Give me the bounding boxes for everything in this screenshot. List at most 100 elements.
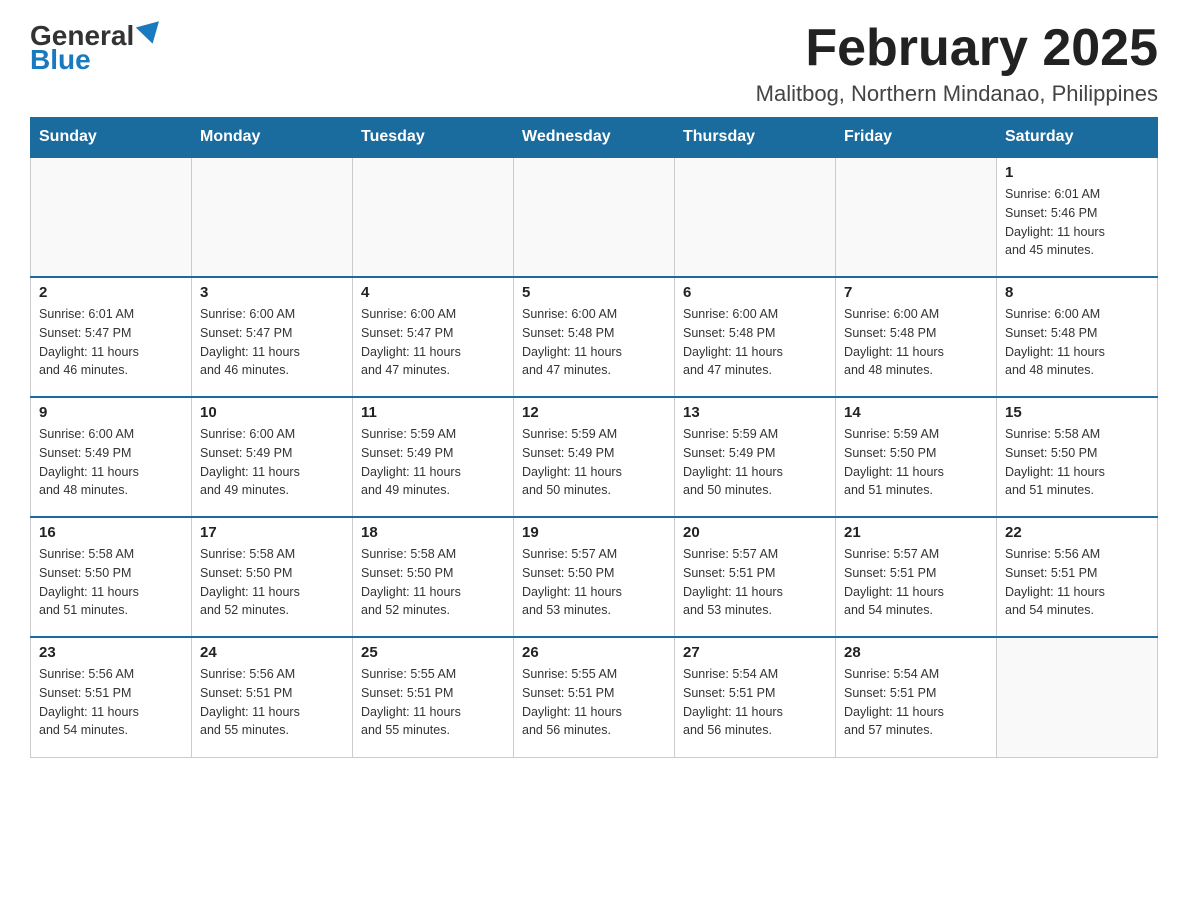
month-year-title: February 2025 [756, 20, 1158, 77]
calendar-week-row: 1Sunrise: 6:01 AM Sunset: 5:46 PM Daylig… [31, 157, 1158, 277]
day-info: Sunrise: 5:54 AM Sunset: 5:51 PM Dayligh… [844, 665, 988, 740]
day-info: Sunrise: 5:57 AM Sunset: 5:50 PM Dayligh… [522, 545, 666, 620]
calendar-day-cell: 5 Sunrise: 6:00 AM Sunset: 5:48 PM Daylig… [514, 277, 675, 397]
day-number: 1 [1005, 164, 1149, 181]
calendar-day-cell [997, 637, 1158, 757]
calendar-day-cell: 20 Sunrise: 5:57 AM Sunset: 5:51 PM Dayli… [675, 517, 836, 637]
calendar-day-cell: 17 Sunrise: 5:58 AM Sunset: 5:50 PM Dayli… [192, 517, 353, 637]
day-info: Sunrise: 5:58 AM Sunset: 5:50 PM Dayligh… [200, 545, 344, 620]
day-info: Sunrise: 5:57 AM Sunset: 5:51 PM Dayligh… [683, 545, 827, 620]
day-info: Sunrise: 5:59 AM Sunset: 5:50 PM Dayligh… [844, 425, 988, 500]
day-info: Sunrise: 5:54 AM Sunset: 5:51 PM Dayligh… [683, 665, 827, 740]
day-of-week-header: Friday [836, 118, 997, 158]
calendar-day-cell: 11 Sunrise: 5:59 AM Sunset: 5:49 PM Dayli… [353, 397, 514, 517]
calendar-day-cell [31, 157, 192, 277]
calendar-day-cell: 23 Sunrise: 5:56 AM Sunset: 5:51 PM Dayli… [31, 637, 192, 757]
calendar-day-cell: 2 Sunrise: 6:01 AM Sunset: 5:47 PM Daylig… [31, 277, 192, 397]
day-number: 17 [200, 524, 344, 541]
day-info: Sunrise: 5:55 AM Sunset: 5:51 PM Dayligh… [522, 665, 666, 740]
day-number: 8 [1005, 284, 1149, 301]
calendar-day-cell: 13Sunrise: 5:59 AM Sunset: 5:49 PM Dayli… [675, 397, 836, 517]
day-of-week-header: Sunday [31, 118, 192, 158]
day-number: 3 [200, 284, 344, 301]
calendar-day-cell [353, 157, 514, 277]
day-number: 5 [522, 284, 666, 301]
day-info: Sunrise: 6:00 AM Sunset: 5:47 PM Dayligh… [200, 305, 344, 380]
day-info: Sunrise: 6:00 AM Sunset: 5:48 PM Dayligh… [522, 305, 666, 380]
day-info: Sunrise: 5:59 AM Sunset: 5:49 PM Dayligh… [522, 425, 666, 500]
logo: General Blue [30, 20, 162, 76]
calendar-day-cell: 10 Sunrise: 6:00 AM Sunset: 5:49 PM Dayli… [192, 397, 353, 517]
calendar-day-cell: 24 Sunrise: 5:56 AM Sunset: 5:51 PM Dayli… [192, 637, 353, 757]
day-number: 21 [844, 524, 988, 541]
calendar-day-cell: 6 Sunrise: 6:00 AM Sunset: 5:48 PM Daylig… [675, 277, 836, 397]
day-number: 11 [361, 404, 505, 421]
calendar-day-cell: 18Sunrise: 5:58 AM Sunset: 5:50 PM Dayli… [353, 517, 514, 637]
day-number: 23 [39, 644, 183, 661]
calendar-week-row: 16 Sunrise: 5:58 AM Sunset: 5:50 PM Dayli… [31, 517, 1158, 637]
day-info: Sunrise: 5:59 AM Sunset: 5:49 PM Dayligh… [361, 425, 505, 500]
calendar-day-cell: 26 Sunrise: 5:55 AM Sunset: 5:51 PM Dayli… [514, 637, 675, 757]
day-number: 4 [361, 284, 505, 301]
day-info: Sunrise: 6:00 AM Sunset: 5:49 PM Dayligh… [200, 425, 344, 500]
calendar-day-cell [836, 157, 997, 277]
title-area: February 2025 Malitbog, Northern Mindana… [756, 20, 1158, 107]
day-info: Sunrise: 6:01 AM Sunset: 5:47 PM Dayligh… [39, 305, 183, 380]
day-info: Sunrise: 6:00 AM Sunset: 5:49 PM Dayligh… [39, 425, 183, 500]
calendar-week-row: 2 Sunrise: 6:01 AM Sunset: 5:47 PM Daylig… [31, 277, 1158, 397]
calendar-day-cell: 3 Sunrise: 6:00 AM Sunset: 5:47 PM Daylig… [192, 277, 353, 397]
day-number: 28 [844, 644, 988, 661]
day-number: 20 [683, 524, 827, 541]
day-number: 13 [683, 404, 827, 421]
calendar-header: SundayMondayTuesdayWednesdayThursdayFrid… [31, 118, 1158, 158]
calendar-week-row: 9Sunrise: 6:00 AM Sunset: 5:49 PM Daylig… [31, 397, 1158, 517]
day-of-week-header: Tuesday [353, 118, 514, 158]
day-number: 16 [39, 524, 183, 541]
calendar-day-cell: 7Sunrise: 6:00 AM Sunset: 5:48 PM Daylig… [836, 277, 997, 397]
day-info: Sunrise: 6:00 AM Sunset: 5:47 PM Dayligh… [361, 305, 505, 380]
calendar-table: SundayMondayTuesdayWednesdayThursdayFrid… [30, 117, 1158, 758]
calendar-day-cell [514, 157, 675, 277]
day-info: Sunrise: 5:58 AM Sunset: 5:50 PM Dayligh… [1005, 425, 1149, 500]
calendar-day-cell: 27Sunrise: 5:54 AM Sunset: 5:51 PM Dayli… [675, 637, 836, 757]
day-info: Sunrise: 6:00 AM Sunset: 5:48 PM Dayligh… [1005, 305, 1149, 380]
day-number: 2 [39, 284, 183, 301]
day-number: 12 [522, 404, 666, 421]
day-info: Sunrise: 5:58 AM Sunset: 5:50 PM Dayligh… [361, 545, 505, 620]
day-info: Sunrise: 5:55 AM Sunset: 5:51 PM Dayligh… [361, 665, 505, 740]
day-number: 10 [200, 404, 344, 421]
calendar-day-cell: 8 Sunrise: 6:00 AM Sunset: 5:48 PM Daylig… [997, 277, 1158, 397]
days-of-week-row: SundayMondayTuesdayWednesdayThursdayFrid… [31, 118, 1158, 158]
day-info: Sunrise: 5:57 AM Sunset: 5:51 PM Dayligh… [844, 545, 988, 620]
day-number: 22 [1005, 524, 1149, 541]
day-number: 15 [1005, 404, 1149, 421]
calendar-day-cell [192, 157, 353, 277]
calendar-day-cell: 9Sunrise: 6:00 AM Sunset: 5:49 PM Daylig… [31, 397, 192, 517]
calendar-day-cell: 16 Sunrise: 5:58 AM Sunset: 5:50 PM Dayli… [31, 517, 192, 637]
page-header: General Blue February 2025 Malitbog, Nor… [30, 20, 1158, 107]
calendar-day-cell: 21 Sunrise: 5:57 AM Sunset: 5:51 PM Dayli… [836, 517, 997, 637]
day-number: 7 [844, 284, 988, 301]
calendar-day-cell: 15 Sunrise: 5:58 AM Sunset: 5:50 PM Dayli… [997, 397, 1158, 517]
logo-blue-text: Blue [30, 44, 91, 75]
calendar-day-cell: 1Sunrise: 6:01 AM Sunset: 5:46 PM Daylig… [997, 157, 1158, 277]
day-number: 6 [683, 284, 827, 301]
day-info: Sunrise: 6:00 AM Sunset: 5:48 PM Dayligh… [683, 305, 827, 380]
day-info: Sunrise: 5:58 AM Sunset: 5:50 PM Dayligh… [39, 545, 183, 620]
calendar-day-cell: 25 Sunrise: 5:55 AM Sunset: 5:51 PM Dayli… [353, 637, 514, 757]
calendar-week-row: 23 Sunrise: 5:56 AM Sunset: 5:51 PM Dayli… [31, 637, 1158, 757]
day-of-week-header: Saturday [997, 118, 1158, 158]
day-number: 24 [200, 644, 344, 661]
calendar-day-cell: 12 Sunrise: 5:59 AM Sunset: 5:49 PM Dayli… [514, 397, 675, 517]
day-of-week-header: Thursday [675, 118, 836, 158]
day-info: Sunrise: 5:56 AM Sunset: 5:51 PM Dayligh… [200, 665, 344, 740]
calendar-day-cell: 19 Sunrise: 5:57 AM Sunset: 5:50 PM Dayli… [514, 517, 675, 637]
day-info: Sunrise: 5:56 AM Sunset: 5:51 PM Dayligh… [39, 665, 183, 740]
calendar-day-cell: 28 Sunrise: 5:54 AM Sunset: 5:51 PM Dayli… [836, 637, 997, 757]
day-number: 26 [522, 644, 666, 661]
calendar-day-cell: 22 Sunrise: 5:56 AM Sunset: 5:51 PM Dayli… [997, 517, 1158, 637]
day-number: 19 [522, 524, 666, 541]
day-number: 25 [361, 644, 505, 661]
calendar-day-cell: 4 Sunrise: 6:00 AM Sunset: 5:47 PM Daylig… [353, 277, 514, 397]
day-info: Sunrise: 5:56 AM Sunset: 5:51 PM Dayligh… [1005, 545, 1149, 620]
